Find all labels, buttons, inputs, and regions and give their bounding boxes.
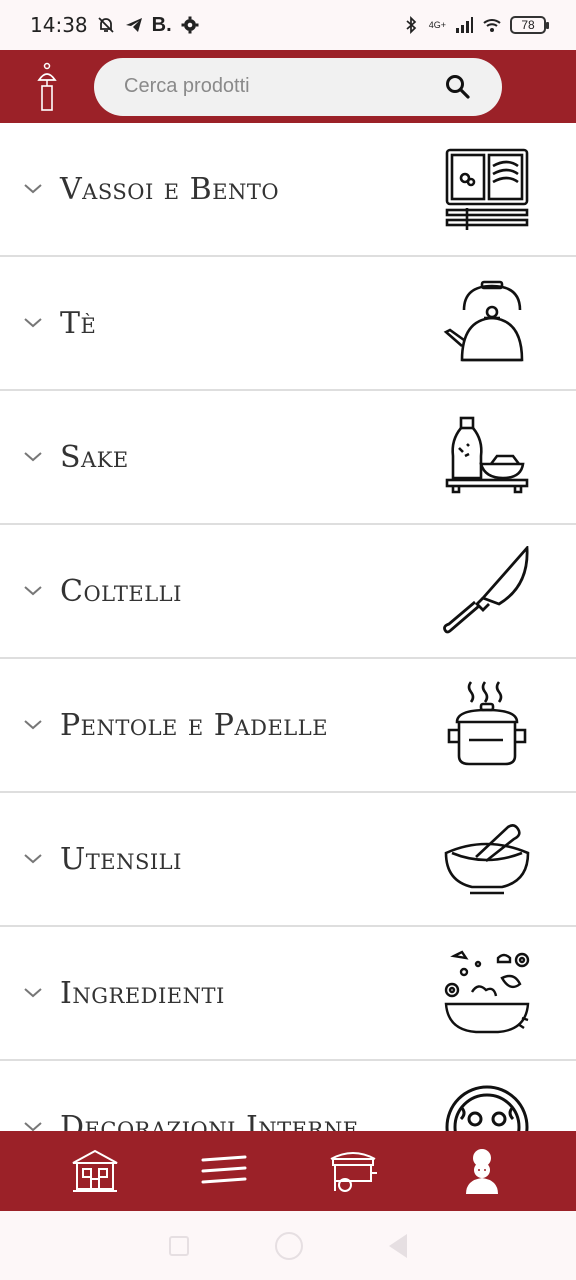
category-label: Sake [60, 439, 129, 475]
category-item-utensili[interactable]: Utensili [0, 793, 576, 927]
status-time: 14:38 [30, 13, 88, 37]
category-item-te[interactable]: Tè [0, 257, 576, 391]
bell-off-icon [98, 17, 114, 33]
telegram-icon [125, 18, 142, 32]
category-item-vassoi-e-bento[interactable]: Vassoi e Bento [0, 123, 576, 257]
status-bar: 14:38 B. 4G+ 78 [0, 0, 576, 50]
category-label: Vassoi e Bento [60, 171, 280, 207]
carrier-badge: B. [151, 13, 172, 36]
mortar-pestle-icon [444, 824, 530, 895]
chevron-down-icon [24, 854, 42, 864]
furin-bell-logo-icon [37, 62, 57, 111]
category-list: Vassoi e Bento Tè Sake Coltelli Pentole … [0, 123, 576, 1131]
category-label: Ingredienti [60, 975, 225, 1011]
chevron-down-icon [24, 720, 42, 730]
category-item-coltelli[interactable]: Coltelli [0, 525, 576, 659]
decorative-plate-icon [445, 1085, 529, 1131]
search-button[interactable] [442, 71, 474, 103]
geisha-profile-icon [465, 1149, 498, 1194]
chopsticks-icon [201, 1155, 246, 1184]
chevron-down-icon [24, 988, 42, 998]
chevron-down-icon [24, 586, 42, 596]
search-icon [446, 74, 470, 99]
category-label: Tè [60, 305, 97, 341]
home-icon[interactable] [275, 1231, 303, 1260]
nav-profile-button[interactable] [452, 1141, 512, 1201]
food-cart-icon [330, 1152, 377, 1192]
category-item-ingredienti[interactable]: Ingredienti [0, 927, 576, 1061]
search-input[interactable] [124, 75, 442, 98]
nav-home-button[interactable] [65, 1141, 125, 1201]
bento-box-icon [445, 148, 529, 230]
nav-categories-button[interactable] [194, 1141, 254, 1201]
system-navigation-bar [0, 1211, 576, 1280]
bluetooth-icon [406, 15, 416, 35]
category-label: Utensili [60, 841, 182, 877]
settings-gear-icon [181, 16, 199, 34]
teapot-icon [443, 280, 524, 362]
category-item-sake[interactable]: Sake [0, 391, 576, 525]
network-type: 4G+ [428, 19, 446, 30]
knife-icon [443, 546, 529, 634]
chevron-down-icon [24, 452, 42, 462]
category-label: Pentole e Padelle [60, 707, 329, 743]
category-label: Coltelli [60, 573, 182, 609]
bottom-navigation [0, 1131, 576, 1211]
battery-indicator: 78 [510, 16, 549, 34]
category-label: Decorazioni Interne [60, 1109, 359, 1132]
category-item-pentole-e-padelle[interactable]: Pentole e Padelle [0, 659, 576, 793]
signal-icon [456, 17, 473, 33]
search-bar [94, 57, 502, 116]
chevron-down-icon [24, 1122, 42, 1131]
wifi-icon [483, 19, 501, 32]
app-header [0, 50, 576, 123]
category-item-decorazioni-interne[interactable]: Decorazioni Interne [0, 1061, 576, 1131]
chevron-down-icon [24, 184, 42, 194]
sake-set-icon [445, 416, 529, 494]
japanese-house-icon [72, 1149, 117, 1192]
cooking-pot-icon [447, 681, 527, 766]
nav-shop-button[interactable] [323, 1141, 383, 1201]
ingredients-bowl-icon [444, 950, 530, 1034]
chevron-down-icon [24, 318, 42, 328]
recent-apps-icon[interactable] [169, 1235, 189, 1256]
back-icon[interactable] [389, 1233, 407, 1258]
app-logo[interactable] [0, 50, 94, 123]
